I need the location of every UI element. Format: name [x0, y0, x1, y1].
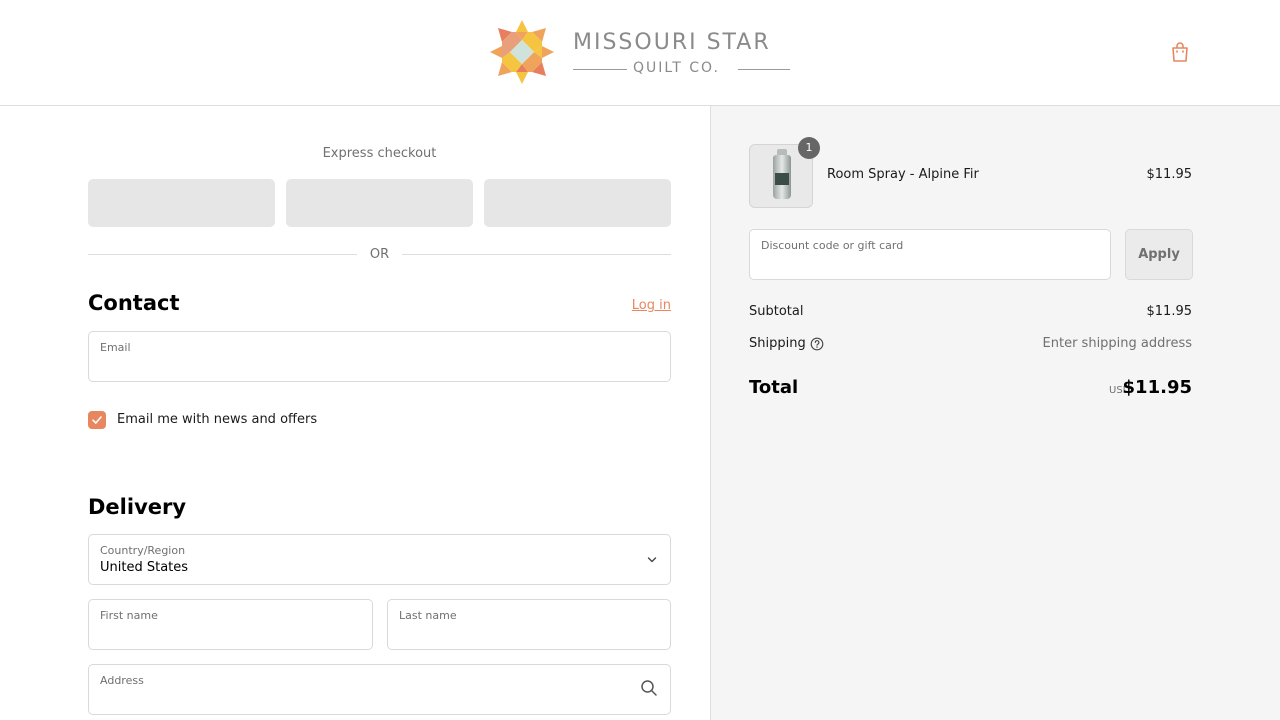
header: MISSOURI STAR QUILT CO. [0, 0, 1280, 106]
checkmark-icon [92, 416, 102, 424]
chevron-down-icon [646, 550, 658, 569]
express-checkout-title: Express checkout [322, 146, 437, 161]
brand-rule-right [738, 69, 790, 70]
divider-line-right [402, 254, 671, 255]
address-field[interactable]: Address [88, 664, 671, 715]
country-select[interactable]: Country/Region United States [88, 534, 671, 585]
brand-logo[interactable]: MISSOURI STAR QUILT CO. [490, 20, 792, 86]
total-value: $11.95 [1122, 377, 1192, 398]
express-pay-button-1[interactable] [88, 179, 275, 227]
express-pay-button-2[interactable] [286, 179, 473, 227]
first-name-field[interactable]: First name [88, 599, 373, 650]
search-icon[interactable] [640, 679, 658, 701]
newsletter-label: Email me with news and offers [117, 412, 318, 427]
contact-heading: Contact [88, 291, 180, 315]
subtotal-value: $11.95 [1146, 304, 1193, 319]
brand-rule-left [573, 69, 627, 70]
brand-name: MISSOURI STAR [573, 30, 771, 55]
bottle-label [775, 173, 789, 185]
country-label: Country/Region [100, 544, 186, 557]
brand-subtitle: QUILT CO. [573, 59, 790, 79]
country-value: United States [100, 560, 189, 575]
apply-discount-button[interactable]: Apply [1125, 229, 1193, 280]
brand-sub-text: QUILT CO. [633, 60, 720, 76]
quilt-star-icon [490, 20, 554, 84]
product-name: Room Spray - Alpine Fir [827, 167, 979, 182]
quantity-badge: 1 [798, 137, 820, 159]
discount-code-input[interactable]: Discount code or gift card [749, 229, 1111, 280]
or-divider: OR [88, 246, 671, 264]
total-label: Total [749, 377, 799, 398]
checkout-form: Express checkout OR Contact Log in Email… [0, 106, 710, 720]
help-circle-icon[interactable] [810, 336, 824, 351]
delivery-heading: Delivery [88, 495, 187, 519]
subtotal-label: Subtotal [749, 304, 804, 319]
login-link[interactable]: Log in [632, 298, 671, 313]
product-price: $11.95 [1146, 167, 1193, 182]
shopping-bag-icon[interactable] [1168, 40, 1192, 64]
email-label: Email [100, 341, 131, 354]
shipping-label: Shipping [749, 336, 806, 351]
last-name-field[interactable]: Last name [387, 599, 671, 650]
express-pay-button-3[interactable] [484, 179, 671, 227]
newsletter-checkbox[interactable] [88, 411, 106, 429]
last-name-label: Last name [399, 609, 457, 622]
discount-label: Discount code or gift card [761, 239, 904, 252]
address-label: Address [100, 674, 144, 687]
first-name-label: First name [100, 609, 158, 622]
order-summary: 1 Room Spray - Alpine Fir $11.95 Discoun… [710, 106, 1280, 720]
email-field[interactable]: Email [88, 331, 671, 382]
shipping-value: Enter shipping address [1042, 336, 1192, 351]
